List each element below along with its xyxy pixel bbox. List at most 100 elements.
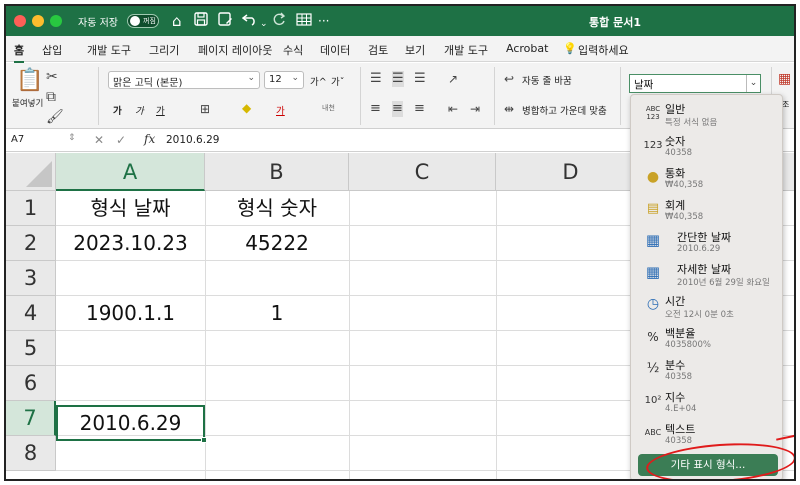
merge-center-icon[interactable]: ⇹ xyxy=(504,101,514,117)
format-name: 숫자 xyxy=(665,135,686,148)
row-header-2[interactable]: 2 xyxy=(6,226,56,261)
italic-button[interactable]: 가 xyxy=(135,103,144,117)
format-currency[interactable]: ● 통화 ₩40,358 xyxy=(631,162,782,193)
row-header-8[interactable]: 8 xyxy=(6,436,56,471)
cell-a2[interactable]: 2023.10.23 xyxy=(56,226,205,261)
align-right-icon[interactable]: ≡ xyxy=(414,101,425,117)
ribbon-tabs: 홈 삽입 개발 도구 그리기 페이지 레이아웃 수식 데이터 검토 보기 개발 … xyxy=(6,36,794,63)
cell-b2[interactable]: 45222 xyxy=(205,226,349,261)
ribbon-separator xyxy=(98,67,99,125)
cell-a1[interactable]: 형식 날짜 xyxy=(56,191,205,226)
decrease-indent-icon[interactable]: ⇤ xyxy=(448,101,458,117)
confirm-icon[interactable]: ✓ xyxy=(116,133,126,147)
decrease-font-size-button[interactable]: 가ˇ xyxy=(331,74,345,88)
format-short-date[interactable]: ▦ 간단한 날짜 2010.6.29 xyxy=(631,226,782,257)
orientation-icon[interactable]: ↗ xyxy=(448,71,458,87)
bold-button[interactable]: 가 xyxy=(113,103,122,117)
wrap-text-icon[interactable]: ↩ xyxy=(504,71,514,87)
format-percentage[interactable]: % 백분율 4035800% xyxy=(631,322,782,353)
coins-icon: ● xyxy=(646,169,660,185)
align-middle-icon[interactable]: ☰ xyxy=(392,71,404,87)
row-header-3[interactable]: 3 xyxy=(6,261,56,296)
row-header-4[interactable]: 4 xyxy=(6,296,56,331)
conditional-format-icon[interactable]: ▦ xyxy=(778,71,791,87)
align-top-icon[interactable]: ☰ xyxy=(370,71,382,87)
format-long-date[interactable]: ▦ 자세한 날짜 2010년 6월 29일 화요일 xyxy=(631,258,782,289)
format-sample: 오전 12시 0분 0초 xyxy=(665,310,734,320)
cell-a4[interactable]: 1900.1.1 xyxy=(56,296,205,331)
ruby-button[interactable]: 내천 xyxy=(322,103,335,113)
fill-color-icon[interactable]: ◆ xyxy=(242,100,251,116)
row-header-5[interactable]: 5 xyxy=(6,331,56,366)
format-scientific[interactable]: 10² 지수 4.E+04 xyxy=(631,386,782,417)
tab-home[interactable]: 홈 xyxy=(14,42,25,63)
format-sample: 특정 서식 없음 xyxy=(665,118,718,128)
paste-icon[interactable]: 📋 xyxy=(16,69,43,93)
fill-handle[interactable] xyxy=(201,437,207,443)
align-left-icon[interactable]: ≡ xyxy=(370,101,381,117)
format-name: 자세한 날짜 xyxy=(677,263,732,276)
column-header-b[interactable]: B xyxy=(205,153,349,191)
format-name: 분수 xyxy=(665,359,686,372)
document-title: 통합 문서1 xyxy=(589,16,641,29)
font-size-dropdown[interactable]: 12 ⌄ xyxy=(264,71,304,89)
align-bottom-icon[interactable]: ☰ xyxy=(414,71,426,87)
format-time[interactable]: ◷ 시간 오전 12시 0분 0초 xyxy=(631,290,782,321)
number-icon: 123 xyxy=(643,140,663,151)
format-sample: 2010년 6월 29일 화요일 xyxy=(677,278,770,288)
fraction-icon: ½ xyxy=(646,361,660,376)
font-name-dropdown[interactable]: 맑은 고딕 (본문) ⌄ xyxy=(108,71,260,89)
cancel-icon[interactable]: ✕ xyxy=(94,133,104,147)
chevron-down-icon[interactable]: ⌄ xyxy=(746,75,760,92)
copy-icon[interactable]: ⧉ xyxy=(46,89,56,105)
row-header-6[interactable]: 6 xyxy=(6,366,56,401)
tab-page-layout[interactable]: 페이지 레이아웃 xyxy=(198,42,272,58)
align-center-icon[interactable]: ≡ xyxy=(392,101,403,117)
grid-line xyxy=(496,191,497,479)
lightbulb-icon[interactable]: 💡 xyxy=(563,42,577,55)
column-header-d[interactable]: D xyxy=(496,153,646,191)
format-name: 통화 xyxy=(665,167,686,180)
tell-me-search[interactable]: 입력하세요 xyxy=(578,42,629,58)
tab-draw[interactable]: 그리기 xyxy=(149,42,179,58)
ribbon-cut-label: 조 xyxy=(782,100,790,109)
tab-insert[interactable]: 삽입 xyxy=(42,42,62,58)
format-name: 백분율 xyxy=(665,327,696,340)
column-header-a[interactable]: A xyxy=(56,153,205,191)
border-icon[interactable]: ⊞ xyxy=(200,101,210,117)
format-name: 지수 xyxy=(665,391,686,404)
cell-b4[interactable]: 1 xyxy=(205,296,349,331)
wrap-text-button[interactable]: 자동 줄 바꿈 xyxy=(522,73,572,87)
format-number[interactable]: 123 숫자 40358 xyxy=(631,130,782,161)
insert-function-button[interactable]: fx xyxy=(144,132,155,146)
clock-icon: ◷ xyxy=(646,296,660,312)
formula-input[interactable]: 2010.6.29 xyxy=(166,134,219,146)
format-fraction[interactable]: ½ 분수 40358 xyxy=(631,354,782,385)
tab-view[interactable]: 보기 xyxy=(405,42,425,58)
tab-acrobat[interactable]: Acrobat xyxy=(506,42,548,55)
format-name: 텍스트 xyxy=(665,423,696,436)
format-general[interactable]: ABC 123 일반 특정 서식 없음 xyxy=(631,98,782,129)
column-header-c[interactable]: C xyxy=(349,153,496,191)
tab-data[interactable]: 데이터 xyxy=(320,42,350,58)
underline-button[interactable]: 가 xyxy=(156,103,165,117)
format-accounting[interactable]: ▤ 회계 ₩40,358 xyxy=(631,194,782,225)
row-header-1[interactable]: 1 xyxy=(6,191,56,226)
merge-center-button[interactable]: 병합하고 가운데 맞춤 xyxy=(522,103,607,117)
name-box-stepper-icon[interactable]: ⇕ xyxy=(68,133,76,143)
grid-line xyxy=(349,191,350,479)
increase-indent-icon[interactable]: ⇥ xyxy=(470,101,480,117)
font-color-button[interactable]: 가 xyxy=(276,103,285,117)
format-painter-icon[interactable]: 🖌 xyxy=(46,109,64,125)
tab-formulas[interactable]: 수식 xyxy=(283,42,303,58)
tab-developer-2[interactable]: 개발 도구 xyxy=(444,42,488,58)
increase-font-size-button[interactable]: 가^ xyxy=(310,74,327,88)
tab-review[interactable]: 검토 xyxy=(368,42,388,58)
row-header-7[interactable]: 7 xyxy=(6,401,56,436)
cell-b1[interactable]: 형식 숫자 xyxy=(205,191,349,226)
format-sample: ₩40,358 xyxy=(665,180,704,190)
select-all-button[interactable] xyxy=(6,153,56,191)
cut-icon[interactable]: ✂ xyxy=(46,69,58,85)
tab-developer[interactable]: 개발 도구 xyxy=(87,42,131,58)
number-format-dropdown[interactable]: 날짜 ⌄ xyxy=(629,74,761,93)
